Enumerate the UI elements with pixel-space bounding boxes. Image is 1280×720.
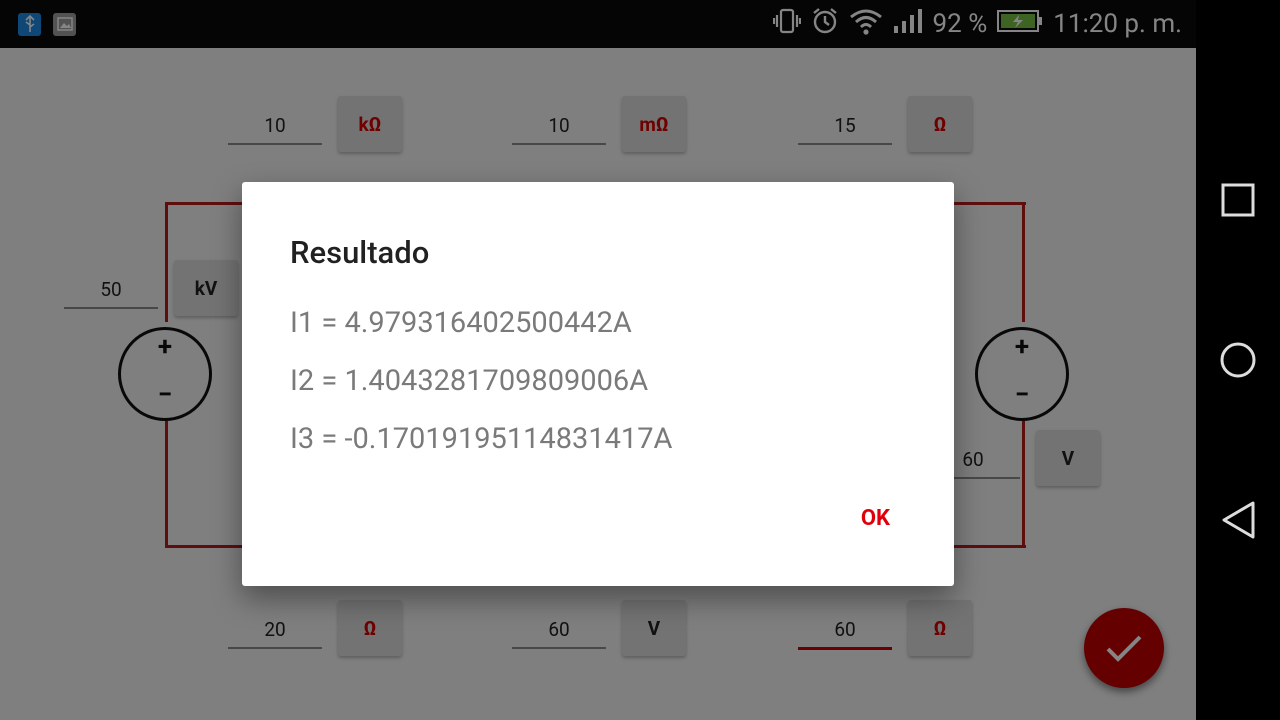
square-icon [1221,183,1255,217]
dialog-title: Resultado [290,234,430,271]
home-button[interactable] [1216,338,1260,382]
navigation-bar [1196,0,1280,720]
circle-icon [1220,342,1256,378]
result-line-i3: I3 = -0.17019195114831417A [290,422,673,456]
recents-button[interactable] [1216,178,1260,222]
ok-button[interactable]: OK [861,506,890,531]
result-line-i2: I2 = 1.4043281709809006A [290,364,649,398]
back-button[interactable] [1216,498,1260,542]
triangle-back-icon [1222,501,1255,539]
result-line-i1: I1 = 4.979316402500442A [290,306,632,340]
result-dialog: Resultado I1 = 4.979316402500442A I2 = 1… [242,182,954,586]
